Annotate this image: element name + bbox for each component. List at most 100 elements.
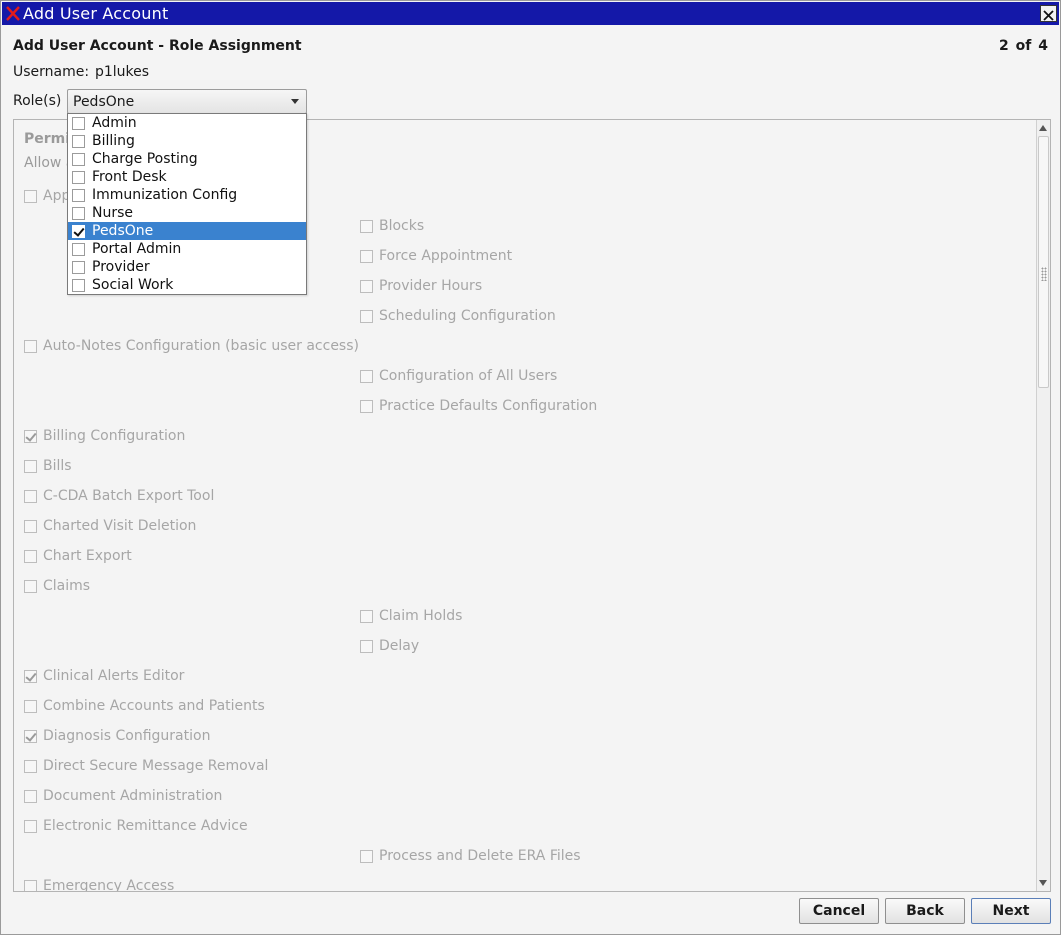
role-option-label: Provider [92,259,150,275]
role-checkbox[interactable] [72,206,85,220]
permission-checkbox[interactable] [360,249,373,263]
role-checkbox[interactable] [72,170,85,184]
permission-checkbox[interactable] [24,579,37,593]
scrollbar-thumb[interactable] [1038,136,1049,388]
permission-item[interactable]: Emergency Access [24,877,174,891]
role-checkbox[interactable] [72,134,85,148]
permission-item[interactable]: Scheduling Configuration [360,307,556,325]
role-option[interactable]: Portal Admin [68,240,306,258]
close-button[interactable] [1040,5,1057,22]
role-option-label: Charge Posting [92,151,198,167]
role-option[interactable]: Billing [68,132,306,150]
permission-checkbox[interactable] [24,789,37,803]
permission-item[interactable]: Force Appointment [360,247,512,265]
permission-item[interactable]: Auto-Notes Configuration (basic user acc… [24,337,359,355]
permission-item[interactable]: App [24,187,70,205]
role-checkbox[interactable] [72,116,85,130]
permission-checkbox[interactable] [24,759,37,773]
permission-checkbox[interactable] [24,699,37,713]
permission-label: Electronic Remittance Advice [43,818,248,834]
permission-label: Blocks [379,218,425,234]
permission-checkbox[interactable] [360,219,373,233]
permission-checkbox[interactable] [360,639,373,653]
role-option[interactable]: PedsOne [68,222,306,240]
permission-checkbox[interactable] [24,189,37,203]
permission-label: Clinical Alerts Editor [43,668,185,684]
permission-label: Auto-Notes Configuration (basic user acc… [43,338,359,354]
permission-item[interactable]: Chart Export [24,547,132,565]
permission-item[interactable]: Claims [24,577,90,595]
permission-item[interactable]: Billing Configuration [24,427,185,445]
roles-dropdown-list[interactable]: Admin Billing Charge Posting Front Desk Immu… [67,113,307,295]
role-option[interactable]: Admin [68,114,306,132]
role-option[interactable]: Front Desk [68,168,306,186]
role-checkbox[interactable] [72,152,85,166]
permission-item[interactable]: Document Administration [24,787,222,805]
permission-item[interactable]: Practice Defaults Configuration [360,397,597,415]
permission-item[interactable]: Clinical Alerts Editor [24,667,184,685]
role-option-label: Social Work [92,277,174,293]
permission-checkbox[interactable] [24,879,37,891]
permission-item[interactable]: C-CDA Batch Export Tool [24,487,214,505]
permission-label: Document Administration [43,788,223,804]
next-button[interactable]: Next [971,898,1051,924]
permission-item[interactable]: Electronic Remittance Advice [24,817,248,835]
permission-item[interactable]: Direct Secure Message Removal [24,757,268,775]
permission-item[interactable]: Provider Hours [360,277,482,295]
back-button[interactable]: Back [885,898,965,924]
permission-item[interactable]: Configuration of All Users [360,367,557,385]
permission-label: Claims [43,578,91,594]
permission-checkbox[interactable] [24,519,37,533]
role-checkbox[interactable] [72,242,85,256]
permission-checkbox[interactable] [24,429,37,443]
permission-item[interactable]: Delay [360,637,419,655]
role-checkbox[interactable] [72,278,85,292]
role-option[interactable]: Social Work [68,276,306,294]
title-bar[interactable]: Add User Account [2,2,1059,25]
permission-label: Direct Secure Message Removal [43,758,269,774]
permission-checkbox[interactable] [24,339,37,353]
role-option[interactable]: Provider [68,258,306,276]
permission-item[interactable]: Combine Accounts and Patients [24,697,265,715]
permission-checkbox[interactable] [360,609,373,623]
add-user-account-window: Add User Account Add User Account - Role… [0,0,1061,935]
permission-item[interactable]: Diagnosis Configuration [24,727,210,745]
permission-checkbox[interactable] [24,549,37,563]
permission-checkbox[interactable] [24,489,37,503]
scroll-up-arrow-icon[interactable] [1039,125,1047,131]
permission-label: Chart Export [43,548,132,564]
permission-item[interactable]: Process and Delete ERA Files [360,847,581,865]
role-option[interactable]: Nurse [68,204,306,222]
role-checkbox[interactable] [72,188,85,202]
roles-select[interactable]: PedsOne [67,89,307,114]
window-title: Add User Account [23,4,169,23]
role-option[interactable]: Immunization Config [68,186,306,204]
step-indicator: 2 of 4 [999,38,1048,54]
permission-label: Billing Configuration [43,428,186,444]
permission-item[interactable]: Claim Holds [360,607,462,625]
permission-checkbox[interactable] [360,399,373,413]
role-option[interactable]: Charge Posting [68,150,306,168]
permission-checkbox[interactable] [24,729,37,743]
permission-checkbox[interactable] [360,279,373,293]
role-checkbox[interactable] [72,260,85,274]
permission-label: Process and Delete ERA Files [379,848,581,864]
role-option-label: Billing [92,133,135,149]
permission-item[interactable]: Blocks [360,217,424,235]
permission-label: Provider Hours [379,278,483,294]
cancel-button[interactable]: Cancel [799,898,879,924]
permission-checkbox[interactable] [360,849,373,863]
permission-item[interactable]: Charted Visit Deletion [24,517,196,535]
permission-checkbox[interactable] [24,669,37,683]
permission-item[interactable]: Bills [24,457,72,475]
permission-checkbox[interactable] [360,369,373,383]
scroll-down-arrow-icon[interactable] [1039,880,1047,886]
role-checkbox[interactable] [72,224,85,238]
permission-checkbox[interactable] [360,309,373,323]
roles-selected-value: PedsOne [73,94,135,110]
role-option-label: Immunization Config [92,187,238,203]
role-option-label: Nurse [92,205,134,221]
permissions-scrollbar[interactable] [1036,120,1050,891]
permission-checkbox[interactable] [24,819,37,833]
permission-checkbox[interactable] [24,459,37,473]
